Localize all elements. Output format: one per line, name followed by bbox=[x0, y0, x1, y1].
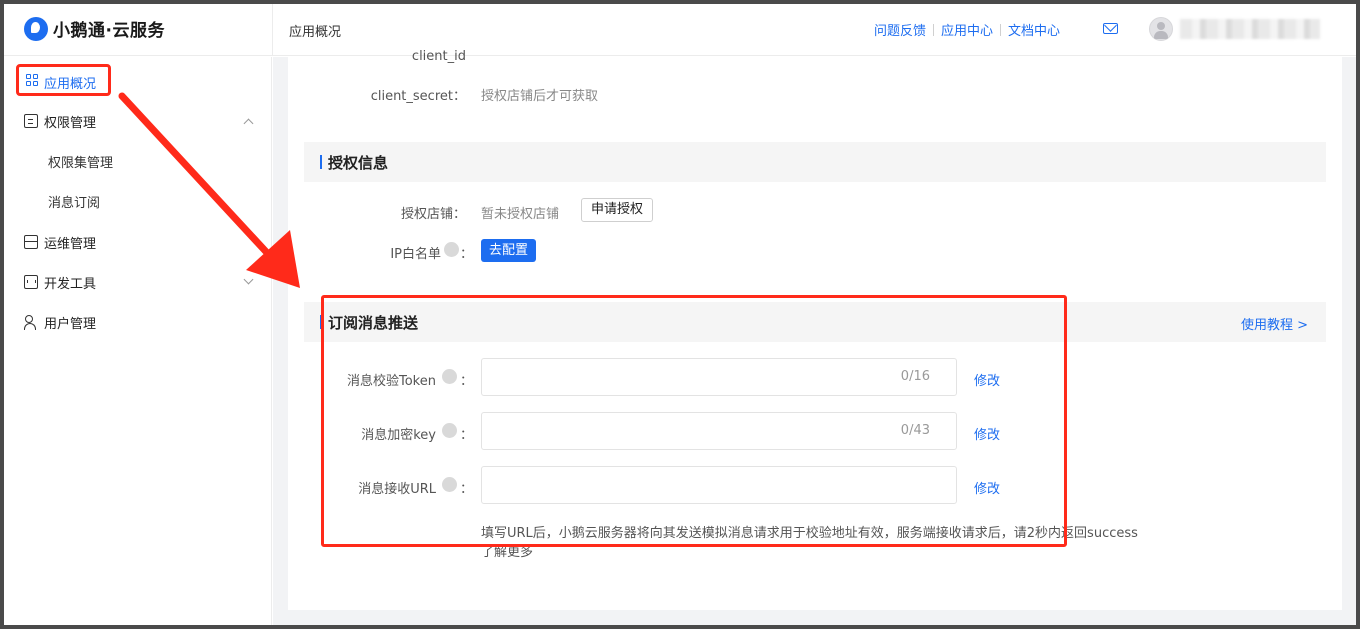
shop-label: 授权店铺： bbox=[400, 207, 466, 222]
top-header: 小鹅通·云服务 应用概况 问题反馈 应用中心 文档中心 bbox=[4, 4, 1356, 56]
username-blurred[interactable] bbox=[1180, 19, 1320, 39]
chevron-up-icon bbox=[243, 118, 254, 129]
sidebar: 应用概况 权限管理 权限集管理 消息订阅 运维管理 开发工具 用户管理 bbox=[4, 57, 272, 625]
sidebar-subitem-permission-sets[interactable]: 权限集管理 bbox=[4, 141, 272, 181]
sidebar-item-label: 应用概况 bbox=[44, 77, 97, 92]
header-divider bbox=[272, 4, 273, 56]
sidebar-item-label: 用户管理 bbox=[44, 316, 97, 332]
header-links: 问题反馈 应用中心 文档中心 bbox=[874, 20, 1060, 39]
ip-whitelist-label: IP白名单 bbox=[390, 247, 441, 262]
sidebar-subitem-label: 消息订阅 bbox=[48, 195, 101, 211]
help-icon[interactable] bbox=[442, 423, 457, 438]
user-icon bbox=[24, 315, 38, 330]
help-icon[interactable] bbox=[442, 369, 457, 384]
sidebar-subitem-label: 权限集管理 bbox=[48, 155, 114, 171]
clipboard-icon bbox=[24, 114, 38, 128]
section-accent bbox=[320, 315, 322, 329]
link-separator bbox=[1000, 23, 1002, 36]
user-avatar[interactable] bbox=[1149, 17, 1173, 41]
sidebar-item-label: 开发工具 bbox=[44, 276, 97, 292]
sidebar-item-permissions[interactable]: 权限管理 bbox=[4, 101, 272, 141]
sidebar-item-users[interactable]: 用户管理 bbox=[4, 302, 272, 342]
feedback-link[interactable]: 问题反馈 bbox=[874, 20, 926, 39]
char-counter: 0/16 bbox=[900, 369, 930, 384]
mail-icon[interactable] bbox=[1103, 23, 1118, 34]
content-panel: client_id client_secret： 授权店铺后才可获取 授权信息 … bbox=[288, 49, 1342, 610]
colon: ： bbox=[460, 428, 474, 443]
edit-token-link[interactable]: 修改 bbox=[974, 370, 1000, 389]
colon: ： bbox=[460, 374, 474, 389]
encrypt-key-input[interactable]: 0/43 bbox=[481, 412, 957, 450]
link-separator bbox=[933, 23, 935, 36]
edit-url-link[interactable]: 修改 bbox=[974, 478, 1000, 497]
section-accent bbox=[320, 155, 322, 169]
auth-section-title: 授权信息 bbox=[328, 154, 389, 172]
subscribe-section-header: 订阅消息推送 使用教程 > bbox=[304, 302, 1326, 342]
grid-icon bbox=[26, 74, 40, 88]
edit-key-link[interactable]: 修改 bbox=[974, 424, 1000, 443]
sidebar-item-ops[interactable]: 运维管理 bbox=[4, 222, 272, 262]
main-area: client_id client_secret： 授权店铺后才可获取 授权信息 … bbox=[273, 49, 1356, 625]
colon: ： bbox=[460, 482, 474, 497]
encrypt-key-label: 消息加密key bbox=[361, 428, 436, 443]
sidebar-item-overview[interactable]: 应用概况 bbox=[16, 64, 111, 96]
colon: ： bbox=[460, 247, 474, 262]
subscribe-section-title: 订阅消息推送 bbox=[328, 314, 419, 332]
sidebar-subitem-message-subscription[interactable]: 消息订阅 bbox=[4, 181, 272, 221]
token-input[interactable]: 0/16 bbox=[481, 358, 957, 396]
receive-url-label: 消息接收URL bbox=[358, 482, 436, 497]
docs-center-link[interactable]: 文档中心 bbox=[1008, 20, 1060, 39]
token-label: 消息校验Token bbox=[347, 374, 436, 389]
char-counter: 0/43 bbox=[900, 423, 930, 438]
page-title: 应用概况 bbox=[289, 25, 342, 40]
tutorial-link[interactable]: 使用教程 > bbox=[1241, 314, 1308, 333]
sidebar-item-label: 权限管理 bbox=[44, 115, 97, 131]
auth-section-header: 授权信息 bbox=[304, 142, 1326, 182]
sidebar-item-dev-tools[interactable]: 开发工具 bbox=[4, 262, 272, 302]
brand-logo-icon bbox=[24, 16, 48, 41]
code-window-icon bbox=[24, 275, 38, 289]
configure-button[interactable]: 去配置 bbox=[481, 239, 537, 262]
app-window: 小鹅通·云服务 应用概况 问题反馈 应用中心 文档中心 应用概况 权限管理 权限… bbox=[4, 4, 1356, 625]
app-center-link[interactable]: 应用中心 bbox=[941, 20, 993, 39]
brand-name: 小鹅通·云服务 bbox=[53, 21, 165, 41]
learn-more-link[interactable]: 了解更多 bbox=[481, 541, 533, 560]
sidebar-item-label: 运维管理 bbox=[44, 236, 97, 252]
client-secret-label: client_secret： bbox=[370, 89, 466, 104]
shop-value: 暂未授权店铺 bbox=[481, 207, 560, 222]
chevron-down-icon bbox=[243, 274, 254, 285]
client-id-label: client_id bbox=[411, 49, 466, 64]
brand[interactable]: 小鹅通·云服务 bbox=[24, 16, 165, 41]
receive-url-input[interactable] bbox=[481, 466, 957, 504]
url-help-note: 填写URL后，小鹅云服务器将向其发送模拟消息请求用于校验地址有效，服务端接收请求… bbox=[481, 526, 1138, 541]
help-icon[interactable] bbox=[442, 477, 457, 492]
server-icon bbox=[24, 235, 38, 249]
client-secret-value: 授权店铺后才可获取 bbox=[481, 89, 599, 104]
help-icon[interactable] bbox=[444, 242, 459, 257]
apply-auth-button[interactable]: 申请授权 bbox=[581, 198, 654, 222]
